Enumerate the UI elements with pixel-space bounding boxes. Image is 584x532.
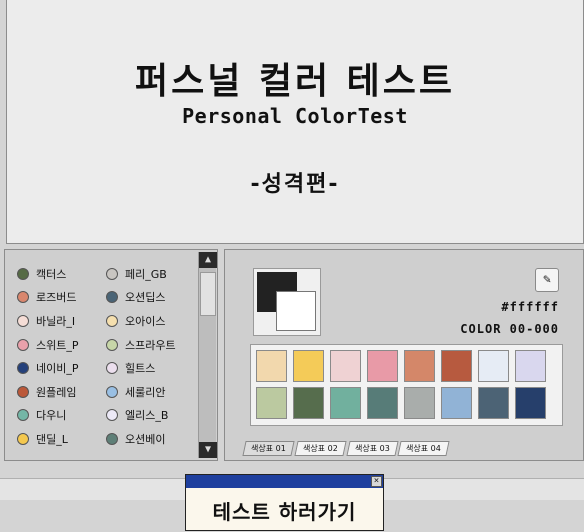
secondary-color-swatch[interactable]	[276, 291, 316, 331]
color-dot-icon	[17, 385, 29, 398]
palette-list-panel: 캑터스로즈버드바닐라_I 스위트_P 네이비_P 원플레임다우니댄딜_L 페리_GB 오…	[4, 249, 218, 461]
palette-item[interactable]: 댄딜_L	[17, 427, 79, 451]
palette-item[interactable]: 엘리스_B	[106, 404, 176, 428]
grid-swatch[interactable]	[256, 350, 287, 382]
palette-item-label: 댄딜_L	[36, 432, 68, 446]
hex-readout: #ffffff	[501, 300, 559, 314]
palette-item[interactable]: 페리_GB	[106, 262, 176, 286]
palette-tabs: 색상표 01 색상표 02 색상표 03 색상표 04	[242, 441, 451, 456]
palette-item[interactable]: 원플레임	[17, 380, 79, 404]
triangle-up-icon[interactable]: ▲	[199, 252, 217, 268]
palette-item[interactable]: 오션베이	[106, 427, 176, 451]
palette-item[interactable]: 세룰리안	[106, 380, 176, 404]
palette-item-label: 스프라우트	[125, 338, 176, 352]
color-dot-icon	[17, 409, 29, 422]
palette-item[interactable]: 오아이스	[106, 309, 176, 333]
title-part: -성격편-	[250, 172, 340, 197]
color-dot-icon	[106, 385, 118, 398]
color-dot-icon	[106, 338, 118, 351]
grid-swatch[interactable]	[478, 387, 509, 419]
palette-item[interactable]: 오션딥스	[106, 286, 176, 310]
palette-item[interactable]: 캑터스	[17, 262, 79, 286]
palette-item-label: 다우니	[36, 409, 67, 423]
tab-palette-2[interactable]: 색상표 02	[294, 441, 347, 456]
title-panel: 퍼스널 컬러 테스트 Personal ColorTest -성격편-	[6, 0, 584, 244]
palette-item-label: 오션딥스	[125, 291, 166, 305]
title-english: Personal ColorTest	[182, 104, 408, 128]
tab-palette-3[interactable]: 색상표 03	[346, 441, 399, 456]
color-dot-icon	[106, 409, 118, 422]
color-dot-icon	[17, 314, 29, 327]
grid-swatch[interactable]	[515, 350, 546, 382]
grid-swatch[interactable]	[441, 350, 472, 382]
grid-swatch[interactable]	[367, 350, 398, 382]
swatch-grid-box	[250, 344, 563, 426]
grid-swatch[interactable]	[367, 387, 398, 419]
tab-palette-4[interactable]: 색상표 04	[397, 441, 450, 456]
palette-item-label: 힐트스	[125, 362, 156, 376]
grid-swatch[interactable]	[478, 350, 509, 382]
palette-item-label: 오아이스	[125, 314, 166, 328]
close-icon[interactable]: ×	[371, 476, 382, 487]
start-test-window[interactable]: × 테스트 하러가기	[185, 474, 384, 531]
palette-item-label: 엘리스_B	[125, 409, 169, 423]
grid-swatch[interactable]	[515, 387, 546, 419]
palette-item-label: 세룰리안	[125, 385, 166, 399]
scrollbar[interactable]: ▲ ▼	[198, 252, 217, 458]
palette-item[interactable]: 스위트_P	[17, 333, 79, 357]
palette-column-2: 페리_GB 오션딥스오아이스스프라우트힐트스세룰리안엘리스_B 오션베이	[106, 262, 176, 451]
color-dot-icon	[106, 267, 118, 280]
palette-item-label: 페리_GB	[125, 267, 167, 281]
tab-label: 색상표 04	[406, 444, 442, 453]
palette-item-label: 캑터스	[36, 267, 67, 281]
color-picker-panel: ✎ #ffffff COLOR 00-000	[224, 249, 584, 461]
palette-item-label: 스위트_P	[36, 338, 79, 352]
grid-swatch[interactable]	[404, 350, 435, 382]
color-dot-icon	[106, 314, 118, 327]
palette-column-1: 캑터스로즈버드바닐라_I 스위트_P 네이비_P 원플레임다우니댄딜_L	[17, 262, 79, 451]
grid-swatch[interactable]	[330, 387, 361, 419]
color-preview	[253, 268, 321, 336]
color-dot-icon	[17, 291, 29, 304]
color-dot-icon	[17, 338, 29, 351]
palette-item-label: 로즈버드	[36, 291, 77, 305]
grid-swatch[interactable]	[293, 350, 324, 382]
start-test-button[interactable]: 테스트 하러가기	[186, 496, 383, 525]
color-dot-icon	[17, 362, 29, 375]
palette-item[interactable]: 바닐라_I	[17, 309, 79, 333]
grid-swatch[interactable]	[293, 387, 324, 419]
grid-swatch[interactable]	[441, 387, 472, 419]
palette-item[interactable]: 스프라우트	[106, 333, 176, 357]
scroll-thumb[interactable]	[200, 272, 216, 316]
color-dot-icon	[17, 432, 29, 445]
eyedropper-icon[interactable]: ✎	[535, 268, 559, 292]
color-dot-icon	[106, 362, 118, 375]
palette-item[interactable]: 다우니	[17, 404, 79, 428]
tab-label: 색상표 01	[251, 444, 286, 453]
palette-item-label: 바닐라_I	[36, 314, 76, 328]
palette-item-label: 오션베이	[125, 432, 166, 446]
swatch-grid	[256, 350, 546, 419]
tab-label: 색상표 03	[354, 444, 390, 453]
color-dot-icon	[106, 291, 118, 304]
grid-swatch[interactable]	[256, 387, 287, 419]
title-korean: 퍼스널 컬러 테스트	[134, 61, 456, 102]
palette-item-label: 원플레임	[36, 385, 77, 399]
grid-swatch[interactable]	[330, 350, 361, 382]
triangle-down-icon[interactable]: ▼	[199, 442, 217, 458]
color-dot-icon	[17, 267, 29, 280]
palette-item[interactable]: 네이비_P	[17, 356, 79, 380]
color-code-readout: COLOR 00-000	[460, 322, 559, 336]
tab-label: 색상표 02	[302, 444, 338, 453]
color-dot-icon	[106, 432, 118, 445]
palette-item[interactable]: 힐트스	[106, 356, 176, 380]
palette-item-label: 네이비_P	[36, 362, 79, 376]
grid-swatch[interactable]	[404, 387, 435, 419]
tab-palette-1[interactable]: 색상표 01	[242, 441, 295, 456]
window-titlebar: ×	[186, 475, 383, 488]
palette-item[interactable]: 로즈버드	[17, 286, 79, 310]
